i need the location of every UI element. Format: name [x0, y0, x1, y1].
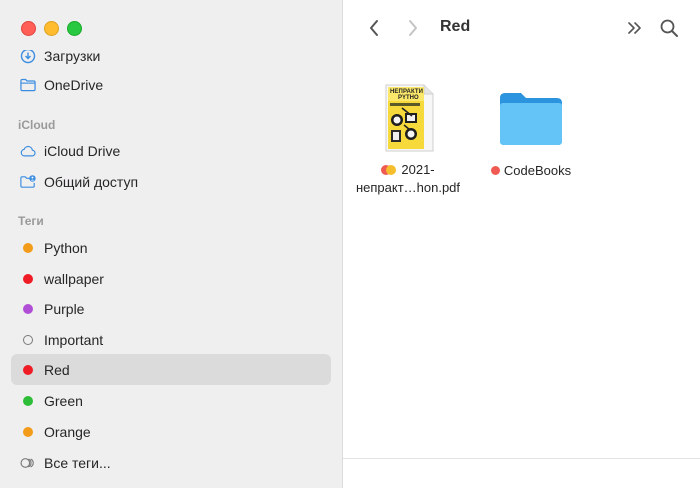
minimize-button[interactable]: [44, 21, 59, 36]
tag-color-icon: [20, 301, 36, 317]
downloads-icon: [20, 50, 36, 64]
sidebar-item-shared[interactable]: Общий доступ: [11, 166, 331, 197]
sidebar-item-label: Red: [44, 361, 70, 378]
sidebar-item-label: Important: [44, 331, 104, 348]
sidebar-item-tag-red[interactable]: Red: [11, 354, 331, 385]
sidebar-item-icloud-drive[interactable]: iCloud Drive: [11, 135, 331, 166]
sidebar-item-label: Загрузки: [44, 47, 101, 64]
finder-window: Загрузки OneDrive iCloud iCloud Drive Об…: [0, 0, 700, 488]
tag-color-icon: [20, 271, 36, 287]
sidebar-item-label: Общий доступ: [44, 173, 139, 190]
sidebar-item-tag-green[interactable]: Green: [11, 385, 331, 416]
more-toolbar-button[interactable]: [623, 16, 647, 40]
tag-color-icon: [20, 240, 36, 256]
tag-color-icon: [20, 424, 36, 440]
window-controls: [21, 21, 82, 36]
section-tags: Теги: [18, 214, 44, 228]
tag-dots-icon: [381, 165, 398, 175]
file-name-line2: непракт…hon.pdf: [355, 180, 461, 195]
thumb-title-2: PYTHO: [398, 95, 419, 101]
double-chevron-right-icon: [628, 22, 641, 34]
sidebar-item-tag-wallpaper[interactable]: wallpaper: [11, 263, 331, 294]
section-icloud: iCloud: [18, 118, 56, 132]
tag-dot-icon: [490, 166, 500, 175]
sidebar-item-tag-important[interactable]: Important: [11, 324, 331, 355]
shared-folder-icon: [20, 174, 36, 190]
search-icon: [660, 19, 678, 37]
sidebar-item-label: wallpaper: [44, 270, 104, 287]
close-button[interactable]: [21, 21, 36, 36]
sidebar-item-label: Green: [44, 392, 83, 409]
pdf-thumbnail: НЕПРАКТИ PYTHO: [382, 84, 434, 152]
tag-empty-icon: [20, 332, 36, 348]
forward-button[interactable]: [401, 16, 425, 40]
back-button[interactable]: [362, 16, 386, 40]
sidebar: Загрузки OneDrive iCloud iCloud Drive Об…: [0, 0, 343, 488]
sidebar-item-onedrive[interactable]: OneDrive: [11, 69, 331, 100]
tag-color-icon: [20, 393, 36, 409]
sidebar-item-label: OneDrive: [44, 76, 104, 93]
folder-large-icon: [497, 88, 565, 148]
chevron-right-icon: [409, 20, 417, 36]
sidebar-item-label: Purple: [44, 300, 85, 317]
folder-icon: [20, 77, 36, 93]
sidebar-item-tag-orange[interactable]: Orange: [11, 416, 331, 447]
sidebar-item-label: Python: [44, 239, 88, 256]
file-item-pdf[interactable]: НЕПРАКТИ PYTHO 2021- непракт…hon.pdf: [348, 84, 468, 197]
sidebar-item-label: Orange: [44, 423, 91, 440]
cloud-icon: [20, 143, 36, 159]
search-button[interactable]: [657, 16, 681, 40]
sidebar-item-tag-python[interactable]: Python: [11, 232, 331, 263]
file-item-folder[interactable]: CodeBooks: [471, 88, 591, 180]
sidebar-item-label: Все теги...: [44, 454, 111, 471]
chevron-left-icon: [370, 20, 378, 36]
file-name: 2021- непракт…hon.pdf: [348, 161, 468, 197]
toolbar: Red: [343, 0, 700, 56]
window-title: Red: [440, 18, 471, 35]
file-name: CodeBooks: [471, 162, 591, 180]
sidebar-item-tag-purple[interactable]: Purple: [11, 293, 331, 324]
zoom-button[interactable]: [67, 21, 82, 36]
sidebar-item-downloads[interactable]: Загрузки: [11, 47, 331, 71]
main-content: Red НЕПРАКТИ PYTHO 2021- непракт…hon.pdf…: [343, 0, 700, 488]
tag-color-icon: [20, 362, 36, 378]
file-name-line1: 2021-: [401, 162, 435, 177]
status-divider: [343, 458, 700, 459]
all-tags-icon: [20, 455, 36, 471]
file-name-line1: CodeBooks: [503, 163, 572, 178]
sidebar-item-label: iCloud Drive: [44, 142, 121, 159]
sidebar-item-all-tags[interactable]: Все теги...: [11, 447, 331, 478]
